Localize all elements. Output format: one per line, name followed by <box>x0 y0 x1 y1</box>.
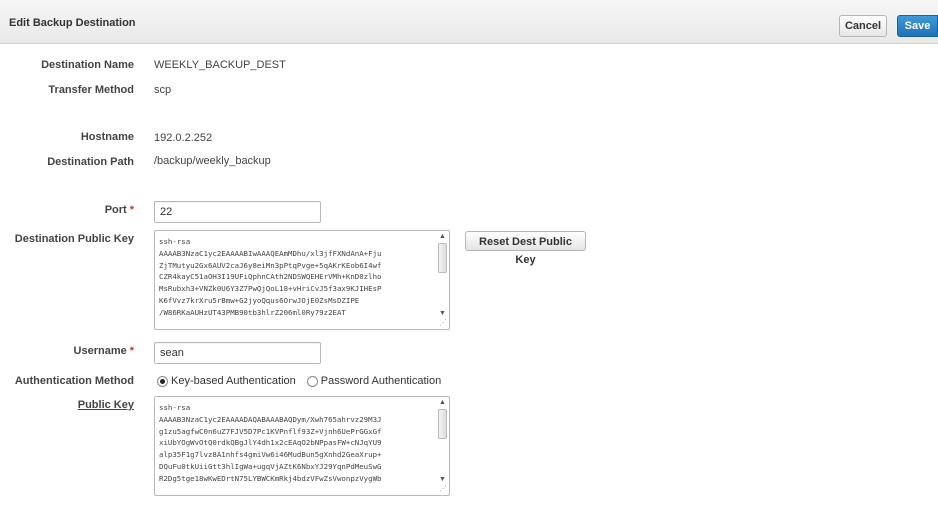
port-label-text: Port <box>104 204 127 216</box>
hostname-label: Hostname <box>80 131 134 143</box>
destination-path-value: /backup/weekly_backup <box>154 155 271 167</box>
destination-name-value: WEEKLY_BACKUP_DEST <box>154 59 286 71</box>
password-auth-radio[interactable] <box>306 375 318 387</box>
key-line: AAAAB3NzaC1yc2EAAAABIwAAAQEAmMDhu/xl3jfF… <box>159 248 382 258</box>
dest-key-scrollbar[interactable]: ▲ ▼ <box>438 233 447 317</box>
scroll-thumb[interactable] <box>438 409 447 439</box>
scroll-down-icon[interactable]: ▼ <box>439 310 446 317</box>
auth-method-label: Authentication Method <box>14 375 134 387</box>
reset-dest-public-key-button[interactable]: Reset Dest Public Key <box>465 231 586 266</box>
username-input[interactable] <box>154 342 321 364</box>
key-based-auth-label[interactable]: Key-based Authentication <box>171 375 296 387</box>
key-line: ssh-rsa <box>159 403 191 412</box>
port-label: Port * <box>4 204 134 216</box>
key-line: MsRubxh3+VNZk0U6Y3Z7PwQjQoL18+vHriCvJ5f3… <box>159 284 382 294</box>
key-line: alp35F1g7lvz8A1nhfs4gmiVw6i46MudBun5gXnh… <box>159 450 382 460</box>
save-button[interactable]: Save <box>897 15 938 37</box>
transfer-method-label: Transfer Method <box>48 84 134 96</box>
scroll-thumb[interactable] <box>438 243 447 273</box>
key-line: DQuFu0tkUiiGtt3hlIgWa+ugqVjAZtK6NbxYJ29Y… <box>159 461 382 471</box>
port-input[interactable] <box>154 201 321 223</box>
public-key-link[interactable]: Public Key <box>4 399 134 411</box>
public-key-scrollbar[interactable]: ▲ ▼ <box>438 399 447 483</box>
scroll-down-icon[interactable]: ▼ <box>439 476 446 483</box>
dialog-title: Edit Backup Destination <box>9 17 136 29</box>
resize-grip-icon[interactable]: ⋰ <box>439 485 447 493</box>
username-label: Username * <box>4 345 134 357</box>
scroll-up-icon[interactable]: ▲ <box>439 233 446 240</box>
key-line: AAAAB3NzaC1yc2EAAAADAQABAAABAQDym/Xwh765… <box>159 414 382 424</box>
public-key-text: ssh-rsa AAAAB3NzaC1yc2EAAAADAQABAAABAQDym… <box>159 402 435 485</box>
dest-public-key-textarea[interactable]: ssh-rsa AAAAB3NzaC1yc2EAAAABIwAAAQEAmMDhu… <box>154 230 450 330</box>
dialog-header: Edit Backup Destination Cancel Save <box>0 0 938 44</box>
key-line: K6fVvz7krXru5rBmw+G2jyoQqus6OrwJOjE0ZsMs… <box>159 295 360 305</box>
destination-path-label: Destination Path <box>47 156 134 168</box>
auth-method-radio-group: Key-based Authentication Password Authen… <box>157 374 452 388</box>
destination-name-label: Destination Name <box>41 59 134 71</box>
key-line: /W86RKaAUHzUT43PMB90tb3hlrZ206ml0Ry79z2E… <box>159 307 346 317</box>
key-line: g1zu5agfwC0n6uZ7FJV5D7Pc1KVPnflf93Z+Vjnh… <box>159 426 382 436</box>
public-key-textarea[interactable]: ssh-rsa AAAAB3NzaC1yc2EAAAADAQABAAABAQDym… <box>154 396 450 496</box>
key-line: R2Dg5tge18wKwEDrtN75LYBWCKmRkj4bdzVFwZsV… <box>159 473 382 483</box>
dest-public-key-label: Destination Public Key <box>14 233 134 245</box>
key-based-auth-radio[interactable] <box>157 375 168 387</box>
key-line: CZR4kayC51aOH3I19UFiQphnCAth2NDSWQEHErVM… <box>159 272 382 282</box>
key-line: ZjTMutyu2Gx6AUV2caJ6y8eiMn3pPtqPvge+5qAK… <box>159 260 382 270</box>
cancel-button[interactable]: Cancel <box>839 15 887 37</box>
key-line: ssh-rsa <box>159 237 191 246</box>
key-line: xiUbYOgWvOtQ0rdkQBgJlY4dh1x2cEAqO2bNPpas… <box>159 438 382 448</box>
resize-grip-icon[interactable]: ⋰ <box>439 319 447 327</box>
dest-public-key-text: ssh-rsa AAAAB3NzaC1yc2EAAAABIwAAAQEAmMDhu… <box>159 236 435 319</box>
transfer-method-value: scp <box>154 84 172 96</box>
username-label-text: Username <box>73 345 127 357</box>
required-marker: * <box>129 204 134 216</box>
scroll-up-icon[interactable]: ▲ <box>439 399 446 406</box>
required-marker: * <box>129 345 134 357</box>
password-auth-label[interactable]: Password Authentication <box>321 375 441 387</box>
hostname-value: 192.0.2.252 <box>154 132 213 144</box>
